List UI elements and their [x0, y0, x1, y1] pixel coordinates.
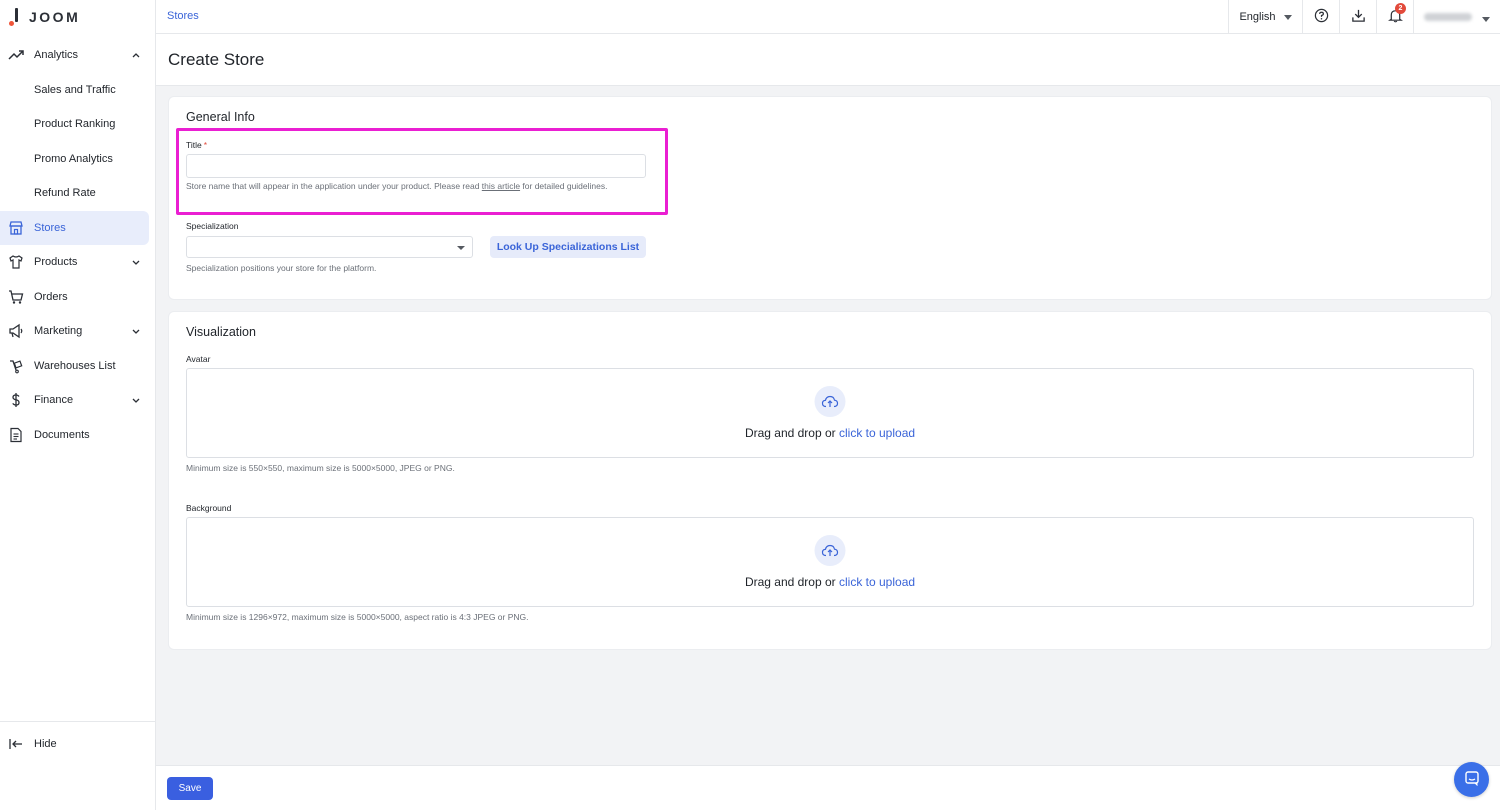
dollar-icon [8, 392, 24, 408]
sidebar-item-finance[interactable]: Finance [0, 383, 155, 418]
article-link[interactable]: this article [482, 181, 520, 191]
sidebar-nav: Analytics Sales and Traffic Product Rank… [0, 38, 155, 452]
chat-icon [1464, 770, 1480, 789]
hide-label: Hide [34, 737, 57, 750]
title-label-text: Title [186, 140, 202, 150]
sidebar-item-label: Orders [34, 290, 68, 303]
sidebar-item-label: Products [34, 256, 78, 269]
sidebar-item-documents[interactable]: Documents [0, 418, 155, 453]
support-chat-button[interactable] [1454, 762, 1489, 797]
document-icon [8, 427, 24, 443]
sidebar-item-stores[interactable]: Stores [0, 210, 149, 245]
avatar-drop-text: Drag and drop or click to upload [187, 426, 1473, 440]
sidebar-item-label: Analytics [34, 49, 79, 62]
chevron-up-icon [131, 50, 141, 60]
sidebar-item-label: Warehouses List [34, 359, 116, 372]
lookup-specializations-button[interactable]: Look Up Specializations List [490, 236, 646, 258]
general-info-heading: General Info [186, 110, 255, 124]
caret-down-icon [1283, 11, 1292, 23]
background-label: Background [186, 503, 232, 513]
caret-down-icon [1482, 10, 1490, 25]
brand-name: JOOM [29, 9, 81, 25]
notification-count-badge: 2 [1395, 3, 1406, 14]
title-hint: Store name that will appear in the appli… [186, 181, 607, 191]
save-button[interactable]: Save [167, 777, 213, 800]
background-drop-text: Drag and drop or click to upload [187, 575, 1473, 589]
avatar-hint: Minimum size is 550×550, maximum size is… [186, 463, 455, 473]
sidebar-item-analytics[interactable]: Analytics [0, 38, 155, 73]
help-icon [1314, 8, 1329, 26]
drop-text: Drag and drop or [744, 575, 839, 589]
store-icon [8, 220, 24, 236]
required-marker: * [203, 140, 208, 150]
visualization-heading: Visualization [186, 325, 256, 339]
caret-down-icon [457, 246, 465, 250]
title-field-label: Title * [186, 140, 207, 150]
sidebar-item-warehouses[interactable]: Warehouses List [0, 349, 155, 384]
sidebar-subitem-product-ranking[interactable]: Product Ranking [0, 107, 155, 142]
background-dropzone[interactable]: Drag and drop or click to upload [186, 517, 1474, 607]
breadcrumb[interactable]: Stores [167, 10, 199, 22]
trend-up-icon [8, 47, 24, 63]
page-header: Create Store [156, 34, 1500, 86]
sidebar-item-label: Stores [34, 221, 66, 234]
footer-bar: Save [156, 765, 1500, 810]
megaphone-icon [8, 323, 24, 339]
sidebar-item-marketing[interactable]: Marketing [0, 314, 155, 349]
sidebar-item-orders[interactable]: Orders [0, 280, 155, 315]
visualization-card: Visualization Avatar Drag and drop or cl… [168, 311, 1492, 650]
chevron-down-icon [131, 257, 141, 267]
click-to-upload-link[interactable]: click to upload [839, 575, 915, 589]
help-button[interactable] [1302, 0, 1339, 34]
avatar-label: Avatar [186, 354, 211, 364]
topbar: Stores English 2 [156, 0, 1500, 34]
warehouse-icon [8, 358, 24, 374]
general-info-card: General Info Title * Store name that will… [168, 96, 1492, 300]
title-hint-text-end: for detailed guidelines. [520, 181, 608, 191]
download-icon [1351, 8, 1366, 26]
user-menu[interactable] [1413, 0, 1500, 34]
notifications-button[interactable]: 2 [1376, 0, 1413, 34]
sidebar-subitem-promo-analytics[interactable]: Promo Analytics [0, 142, 155, 177]
sidebar-item-label: Marketing [34, 325, 83, 338]
sidebar: JOOM Analytics Sales and Traffic Product… [0, 0, 156, 810]
logo[interactable]: JOOM [0, 0, 155, 34]
avatar-dropzone[interactable]: Drag and drop or click to upload [186, 368, 1474, 458]
language-selector[interactable]: English [1228, 0, 1302, 34]
background-hint: Minimum size is 1296×972, maximum size i… [186, 612, 529, 622]
chevron-down-icon [131, 326, 141, 336]
click-to-upload-link[interactable]: click to upload [839, 426, 915, 440]
specialization-label: Specialization [186, 221, 239, 231]
cart-icon [8, 289, 24, 305]
shirt-icon [8, 254, 24, 270]
title-hint-text: Store name that will appear in the appli… [186, 181, 482, 191]
sidebar-hide-toggle[interactable]: Hide [0, 721, 155, 765]
sidebar-item-products[interactable]: Products [0, 245, 155, 280]
chevron-down-icon [131, 395, 141, 405]
title-input[interactable] [186, 154, 646, 178]
sidebar-subitem-refund-rate[interactable]: Refund Rate [0, 176, 155, 211]
collapse-left-icon [8, 736, 24, 752]
cloud-upload-icon [814, 386, 846, 417]
page-title: Create Store [168, 50, 265, 69]
specialization-hint: Specialization positions your store for … [186, 263, 377, 273]
user-name-blurred [1424, 13, 1472, 21]
joom-logo-icon [9, 8, 19, 26]
drop-text: Drag and drop or [744, 426, 839, 440]
sidebar-item-label: Finance [34, 394, 74, 407]
specialization-select[interactable] [186, 236, 473, 258]
cloud-upload-icon [814, 535, 846, 566]
sidebar-subitem-sales-traffic[interactable]: Sales and Traffic [0, 73, 155, 108]
language-label: English [1239, 11, 1276, 23]
sidebar-item-label: Documents [34, 428, 90, 441]
download-button[interactable] [1339, 0, 1376, 34]
